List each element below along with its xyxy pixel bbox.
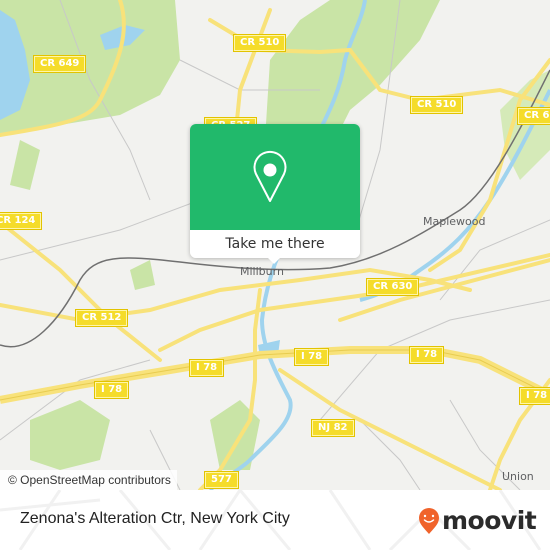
take-me-there-button[interactable]: Take me there xyxy=(190,230,360,258)
road-label-i78: I 78 xyxy=(408,346,445,364)
map-attribution[interactable]: © OpenStreetMap contributors xyxy=(0,470,177,490)
road-label-cr510: CR 510 xyxy=(232,34,287,52)
map-view[interactable]: CR 649 CR 510 CR 510 CR 527 CR 63 CR 124… xyxy=(0,0,550,490)
place-name: Zenona's Alteration Ctr, New York City xyxy=(20,510,290,527)
popup-pointer xyxy=(267,257,281,264)
moovit-pin-icon xyxy=(419,508,439,534)
map-pin-icon xyxy=(253,150,287,202)
place-label-union: Union xyxy=(502,470,534,483)
road-label-i78: I 78 xyxy=(188,359,225,377)
moovit-logo[interactable]: moovit xyxy=(418,506,537,535)
park-area xyxy=(10,140,40,190)
road-label-nj82: NJ 82 xyxy=(311,419,355,437)
location-popup: Take me there xyxy=(190,124,360,264)
road-label-i78: I 78 xyxy=(93,381,130,399)
road-label-cr577: 577 xyxy=(204,471,239,489)
place-label-maplewood: Maplewood xyxy=(423,215,486,228)
park-area xyxy=(130,260,155,290)
popup-header xyxy=(190,124,360,230)
road-label-cr510: CR 510 xyxy=(409,96,464,114)
road-label-cr630: CR 630 xyxy=(365,278,420,296)
footer-bar: Zenona's Alteration Ctr, New York City m… xyxy=(0,490,550,550)
place-label-millburn: Millburn xyxy=(240,265,284,278)
road-label-i78: I 78 xyxy=(293,348,330,366)
road-label-cr63: CR 63 xyxy=(516,107,550,125)
road-label-cr512: CR 512 xyxy=(74,309,129,327)
road-label-cr649: CR 649 xyxy=(32,55,87,73)
moovit-wordmark: moovit xyxy=(442,506,537,535)
road-label-i78: I 78 xyxy=(518,387,550,405)
road-label-cr124: CR 124 xyxy=(0,212,43,230)
park-area xyxy=(30,400,110,470)
